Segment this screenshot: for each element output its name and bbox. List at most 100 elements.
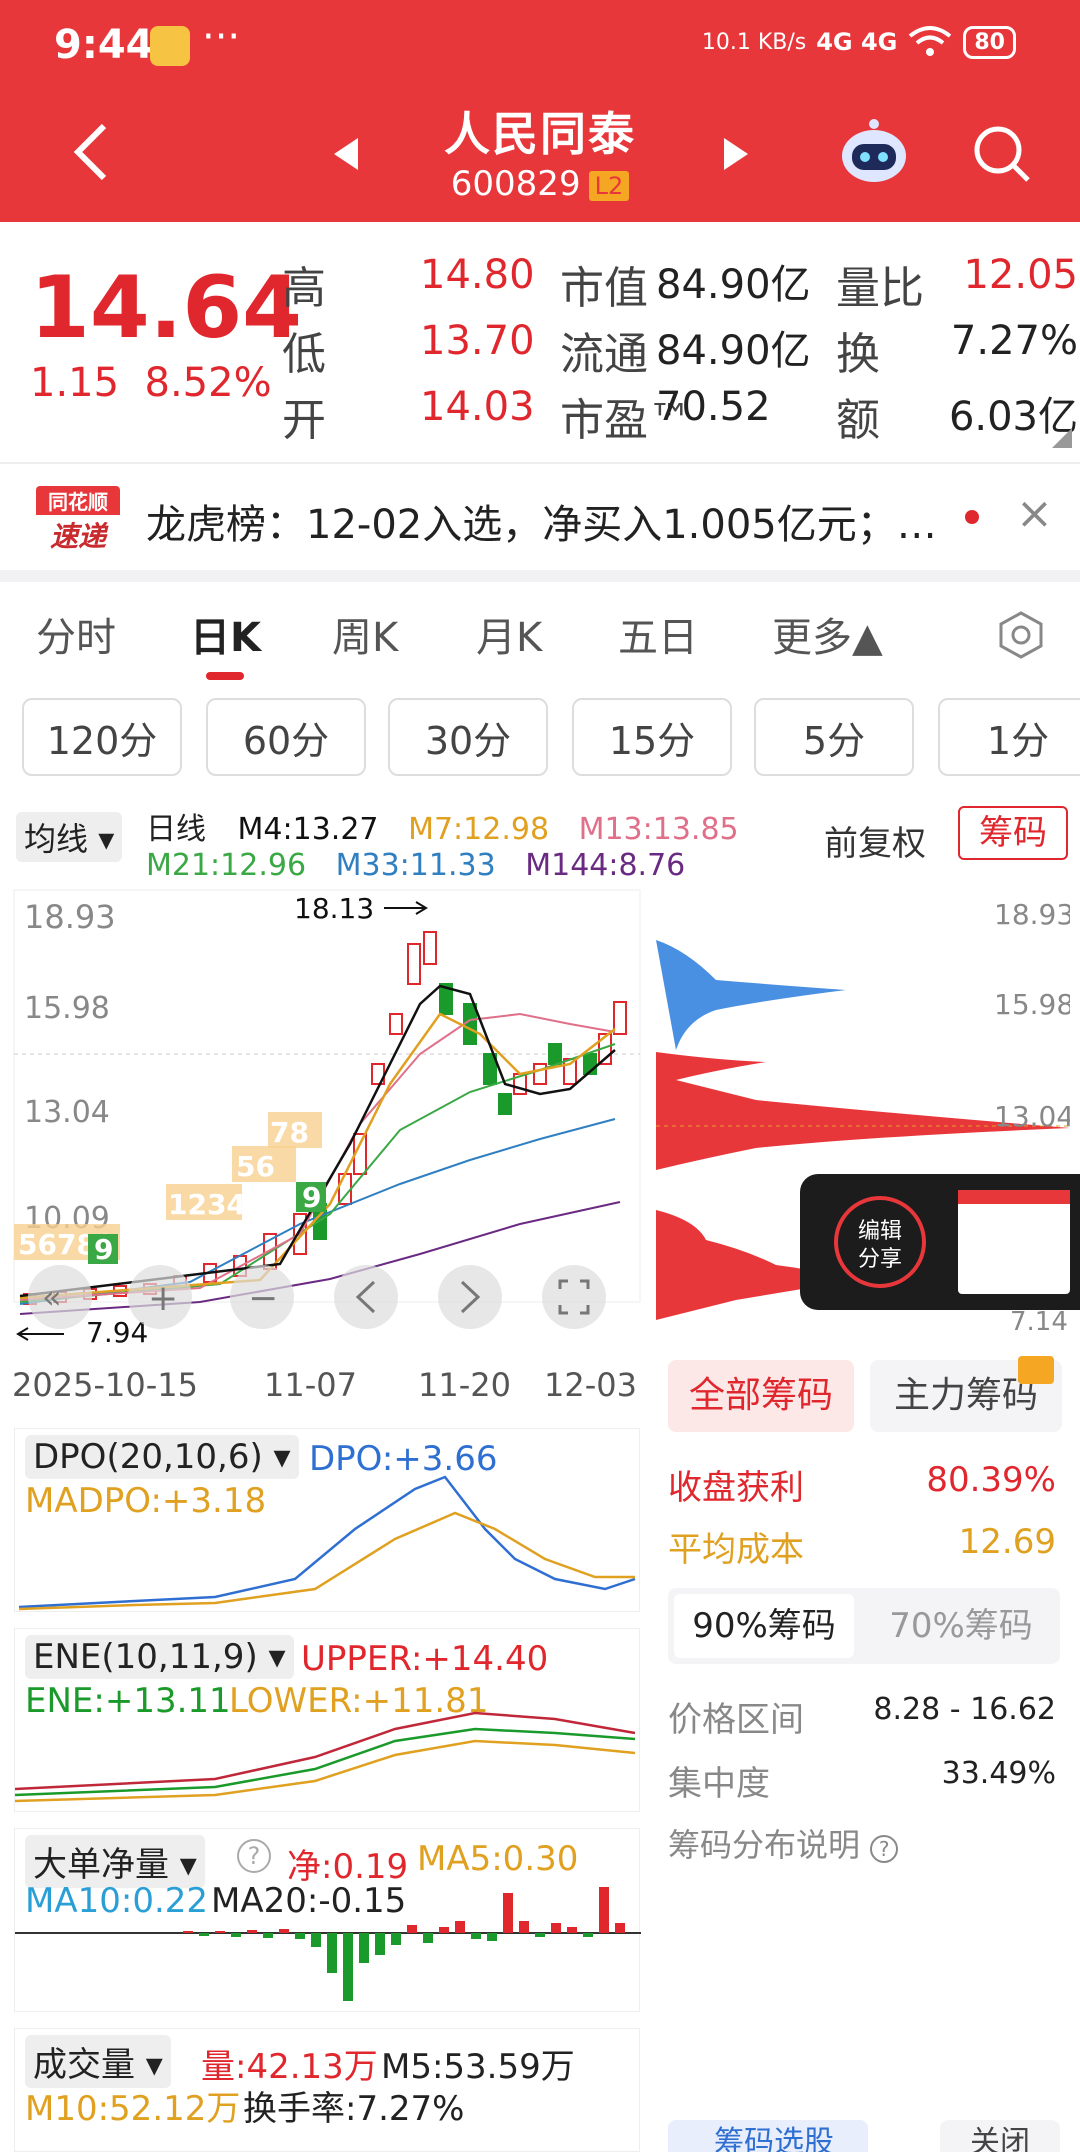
chip-select-button[interactable]: 筹码选股	[668, 2120, 868, 2152]
fullscreen-button[interactable]	[542, 1265, 606, 1329]
quote-value-a: 14.80	[420, 252, 535, 298]
big-order-bar	[455, 1921, 465, 1933]
search-icon[interactable]	[972, 124, 1032, 184]
candle	[389, 1013, 403, 1035]
next-stock-icon[interactable]	[720, 136, 750, 172]
candle	[613, 1001, 627, 1035]
tab-5[interactable]: 更多▲	[772, 605, 883, 663]
ma-selector-label: 均线	[24, 820, 89, 858]
chip-explain-text: 筹码分布说明	[668, 1826, 861, 1864]
active-tab-underline	[206, 672, 244, 680]
zoom-out-icon: −	[248, 1278, 278, 1319]
chip-explain-link[interactable]: 筹码分布说明 ?	[668, 1820, 899, 1866]
pan-right-button[interactable]	[438, 1265, 502, 1329]
big-order-bar	[183, 1931, 193, 1933]
x-label-2: 11-07	[264, 1366, 357, 1404]
big-order-bar	[247, 1930, 257, 1933]
tab-4[interactable]: 五日	[618, 605, 698, 663]
ma-m144: M144:8.76	[525, 848, 686, 883]
close-panel-button[interactable]: 关闭	[940, 2120, 1060, 2152]
period-pill-0[interactable]: 120分	[22, 698, 182, 776]
battery-icon: 80	[963, 25, 1016, 59]
floating-share-widget[interactable]: 编辑 分享	[800, 1174, 1080, 1310]
period-pill-1[interactable]: 60分	[206, 698, 366, 776]
chip-y-4: 7.14	[1010, 1307, 1068, 1337]
dpo-chart	[18, 1475, 636, 1611]
adjust-mode[interactable]: 前复权	[824, 816, 926, 865]
news-text[interactable]: 龙虎榜：12-02入选，净买入1.005亿元；…	[146, 492, 937, 550]
y-label-1: 18.93	[24, 898, 116, 936]
big-order-bar	[471, 1933, 481, 1939]
max-price-label: 18.13	[294, 892, 374, 925]
period-pill-3[interactable]: 15分	[572, 698, 732, 776]
y-label-3: 13.04	[24, 1095, 110, 1130]
quote-value-b: 70.52	[656, 384, 771, 430]
dpo-panel[interactable]: DPO(20,10,6) ▾ DPO:+3.66 MADPO:+3.18	[14, 1428, 640, 1612]
svg-text:9: 9	[302, 1181, 321, 1214]
x-label-1: 2025-10-15	[12, 1366, 198, 1404]
all-chips-tab[interactable]: 全部筹码	[668, 1360, 854, 1432]
change-value: 1.15	[30, 360, 120, 406]
y-label-2: 15.98	[24, 991, 110, 1026]
corner-triangle-icon	[1052, 428, 1072, 448]
concentration-label: 集中度	[668, 1764, 770, 1804]
lock-icon	[1018, 1356, 1054, 1384]
status-dots: ···	[202, 14, 241, 60]
tab-1[interactable]: 日K	[190, 605, 261, 663]
ene-panel[interactable]: ENE(10,11,9) ▾ UPPER:+14.40 ENE:+13.11 L…	[14, 1628, 640, 1812]
big-order-bar	[423, 1933, 433, 1943]
profit-value: 80.39%	[926, 1460, 1056, 1500]
range-value: 8.28 - 16.62	[873, 1692, 1056, 1727]
svg-text:1234: 1234	[168, 1188, 246, 1221]
close-news-icon[interactable]: ×	[1016, 488, 1053, 539]
tab-3[interactable]: 月K	[476, 605, 542, 663]
quote-value-a: 14.03	[420, 384, 535, 430]
big-order-bar	[215, 1931, 225, 1933]
candle	[498, 1093, 512, 1115]
big-order-panel[interactable]: 大单净量 ▾ ? 净:0.19 MA5:0.30 MA10:0.22 MA20:…	[14, 1828, 641, 2012]
cost-label: 平均成本	[668, 1530, 804, 1570]
edit-label: 编辑	[857, 1219, 902, 1244]
quote-value-a: 13.70	[420, 318, 535, 364]
news-bar[interactable]: 同花顺 速递 龙虎榜：12-02入选，净买入1.005亿元；… ×	[0, 462, 1080, 570]
svg-text:9: 9	[94, 1233, 113, 1266]
big-order-bar	[551, 1923, 561, 1933]
robot-assistant-icon[interactable]	[838, 116, 910, 188]
period-pill-4[interactable]: 5分	[754, 698, 914, 776]
quote-label-a: 开	[282, 395, 326, 446]
pan-left-button[interactable]	[334, 1265, 398, 1329]
divider	[0, 570, 1080, 582]
big-order-bar	[503, 1893, 513, 1933]
quote-label-c: 额	[836, 395, 880, 446]
ma-m33: M33:11.33	[335, 848, 496, 883]
settings-hex-icon[interactable]	[996, 610, 1046, 660]
big-order-bar	[311, 1933, 321, 1947]
quote-label-b: 流通	[560, 329, 648, 380]
l2-badge: L2	[588, 170, 630, 201]
big-order-bar	[295, 1933, 305, 1939]
ma-selector[interactable]: 均线 ▾	[16, 812, 123, 862]
tab-0[interactable]: 分时	[36, 605, 116, 663]
period-pill-2[interactable]: 30分	[388, 698, 548, 776]
edit-share-button[interactable]: 编辑 分享	[834, 1196, 926, 1288]
ratio-90-tab[interactable]: 90%筹码	[674, 1594, 854, 1658]
chip-button[interactable]: 筹码	[958, 806, 1068, 860]
rewind-icon: «	[42, 1278, 62, 1316]
screenshot-thumbnail[interactable]	[958, 1190, 1070, 1294]
ma-legend-row2: M21:12.96 M33:11.33 M144:8.76	[146, 848, 685, 883]
kline-chart[interactable]: 18.93 15.98 13.04 10.09 18.13 7.94 56789…	[0, 884, 660, 1364]
app-header: 9:44 ··· 10.1 KB/s 4G 4G 80 人民同泰 600829 L…	[0, 0, 1080, 222]
chip-blue-area	[656, 940, 846, 1050]
ratio-70-tab[interactable]: 70%筹码	[868, 1594, 1054, 1658]
volume-panel[interactable]: 成交量 ▾ 量:42.13万 M5:53.59万 M10:52.12万 换手率:…	[14, 2028, 640, 2152]
big-order-bar	[439, 1927, 449, 1933]
volume-name: 成交量	[33, 2045, 135, 2085]
price-change: 1.15 8.52%	[30, 360, 272, 406]
change-pct: 8.52%	[144, 360, 272, 406]
stock-code: 600829	[450, 164, 581, 204]
ma-m21: M21:12.96	[146, 848, 307, 883]
tab-2[interactable]: 周K	[332, 605, 398, 663]
big-order-bar	[343, 1933, 353, 2001]
big-order-bar	[487, 1933, 497, 1941]
period-pill-5[interactable]: 1分	[938, 698, 1080, 776]
